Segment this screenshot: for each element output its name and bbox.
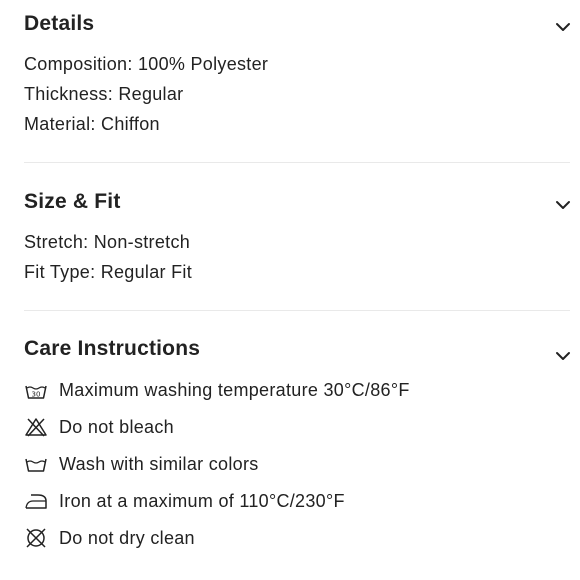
- details-title: Details: [24, 12, 95, 35]
- chevron-down-icon[interactable]: [554, 347, 572, 365]
- thickness-line: Thickness: Regular: [24, 84, 184, 104]
- care-item-text: Do not dry clean: [59, 527, 195, 548]
- svg-text:30: 30: [32, 391, 41, 399]
- chevron-down-icon[interactable]: [554, 196, 572, 214]
- care-item: Iron at a maximum of 110°C/230°F: [24, 488, 345, 514]
- care-item: Do not dry clean: [24, 525, 195, 551]
- material-line: Material: Chiffon: [24, 114, 160, 134]
- composition-line: Composition: 100% Polyester: [24, 54, 269, 74]
- chevron-down-icon[interactable]: [554, 18, 572, 36]
- wash-30-icon: 30: [25, 385, 47, 399]
- care-item: Wash with similar colors: [24, 451, 259, 477]
- section-divider: [24, 310, 570, 311]
- no-dry-clean-icon: [26, 528, 46, 548]
- details-header[interactable]: Details: [24, 12, 574, 42]
- care-header[interactable]: Care Instructions: [24, 337, 574, 367]
- care-item-text: Maximum washing temperature 30°C/86°F: [59, 379, 410, 400]
- care-item: Do not bleach: [24, 414, 174, 440]
- product-info-panel: Details Composition: 100% Polyester Thic…: [0, 0, 580, 580]
- care-item: 30 Maximum washing temperature 30°C/86°F: [24, 377, 410, 403]
- fit-type-line: Fit Type: Regular Fit: [24, 262, 193, 282]
- care-item-text: Do not bleach: [59, 416, 174, 437]
- size-fit-title: Size & Fit: [24, 190, 121, 213]
- care-item-text: Iron at a maximum of 110°C/230°F: [59, 490, 345, 511]
- section-divider: [24, 162, 570, 163]
- size-fit-header[interactable]: Size & Fit: [24, 190, 574, 220]
- iron-icon: [25, 494, 47, 509]
- no-bleach-icon: [25, 418, 47, 437]
- wash-tub-icon: [25, 458, 47, 472]
- care-title: Care Instructions: [24, 337, 201, 360]
- stretch-line: Stretch: Non-stretch: [24, 232, 191, 252]
- care-item-text: Wash with similar colors: [59, 453, 259, 474]
